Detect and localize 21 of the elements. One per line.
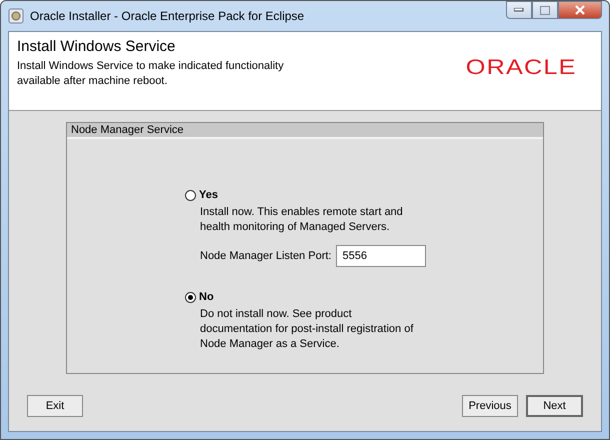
radio-button[interactable]: Yes bbox=[185, 189, 218, 201]
close-button[interactable] bbox=[558, 1, 602, 19]
field-label: Node Manager Listen Port: bbox=[200, 250, 332, 262]
maximize-icon bbox=[540, 6, 550, 14]
maximize-button[interactable] bbox=[532, 1, 558, 19]
nav-button[interactable]: Next bbox=[526, 395, 583, 417]
nav-button[interactable]: Previous bbox=[462, 395, 518, 417]
page-description: Install Windows Service to make indicated functionality available after machine reboot. bbox=[17, 59, 285, 89]
minimize-icon bbox=[514, 8, 524, 12]
option-description: Install now. This enables remote start and health monitoring of Managed Servers. bbox=[200, 205, 404, 235]
radio-button[interactable]: No bbox=[185, 291, 214, 303]
page-title: Install Windows Service bbox=[17, 38, 176, 55]
exit-button[interactable]: Exit bbox=[27, 395, 83, 417]
minimize-button[interactable] bbox=[506, 1, 532, 19]
brand-logo: ORACLE bbox=[465, 56, 576, 80]
close-icon bbox=[574, 5, 586, 15]
installer-icon bbox=[8, 8, 24, 24]
panel-title: Node Manager Service bbox=[67, 123, 543, 139]
port-field[interactable]: 5556 bbox=[336, 245, 426, 267]
window-title: Oracle Installer - Oracle Enterprise Pack for Eclipse bbox=[30, 9, 306, 23]
option-description: Do not install now. See product documentation for post-install registration of Node Manager as a Service. bbox=[200, 307, 414, 352]
